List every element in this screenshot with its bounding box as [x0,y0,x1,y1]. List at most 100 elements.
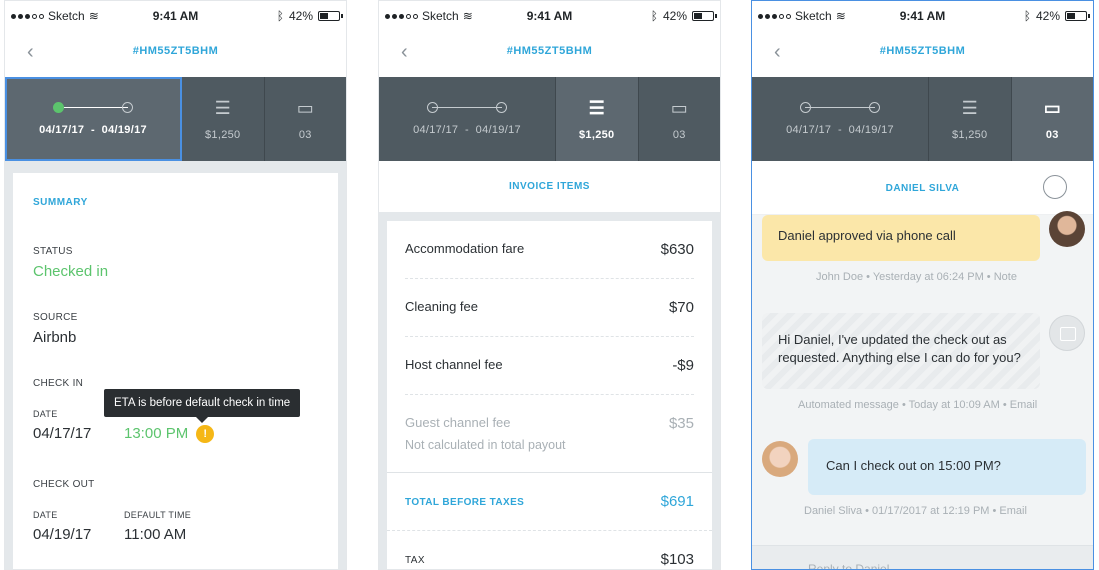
invoice-heading: INVOICE ITEMS [379,161,720,213]
assign-user-icon[interactable] [1043,175,1067,199]
tab-messages-label: 03 [672,128,686,141]
tab-payment[interactable]: ☰ $1,250 [182,77,265,161]
default-time-label: DEFAULT TIME [124,510,192,521]
source-value: Airbnb [33,329,77,346]
battery-percent: 42% [1035,9,1060,23]
contact-name: DANIEL SILVA [885,183,960,194]
status-bar: Sketch ≋ 9:41 AM ᛒ 42% [5,1,346,29]
invoice-body: Accommodation fare $630 Cleaning fee $70 H… [379,213,720,569]
tab-messages[interactable]: ▭ 03 [639,77,721,161]
tab-dates-label: 04/17/17 - 04/19/17 [786,124,894,136]
booking-tabs: 04/17/17 - 04/19/17 ☰ $1,250 ▭ 03 [379,77,720,161]
check-out-heading: CHECK OUT [33,479,95,491]
nav-bar: ‹ #HM55ZT5BHM [752,29,1093,77]
tab-payment-label: $1,250 [579,128,615,141]
battery-percent: 42% [288,9,313,23]
check-out-date-label: DATE [33,510,58,521]
bluetooth-icon: ᛒ [1023,9,1031,23]
booking-code: #HM55ZT5BHM [879,45,966,57]
item-name: Cleaning fee [405,299,478,314]
reply-composer[interactable]: Reply to Daniel... [752,545,1093,570]
note-bubble: Daniel approved via phone call [762,215,1040,261]
booking-summary-screen: Sketch ≋ 9:41 AM ᛒ 42% ‹ #HM55ZT5BHM 04/17… [4,0,347,570]
eta-warning-tooltip: ETA is before default check in time [104,389,301,423]
status-bar: Sketch ≋ 9:41 AM ᛒ 42% [752,1,1093,29]
inbox-bot-icon [1049,315,1085,351]
tab-messages-label: 03 [1045,128,1059,141]
item-amount: $35 [668,415,694,432]
invoice-row-guest-fee: Guest channel fee Not calculated in total… [405,395,694,472]
messages-screen: Sketch ≋ 9:41 AM ᛒ 42% ‹ #HM55ZT5BHM 04/17… [751,0,1094,570]
battery-icon [1065,11,1090,21]
avatar [1049,211,1085,247]
coins-icon: ☰ [588,97,605,118]
date-range-icon [800,102,880,114]
message-meta: John Doe • Yesterday at 06:24 PM • Note [816,271,1017,283]
coins-icon: ☰ [961,97,978,118]
invoice-total-row: TOTAL BEFORE TAXES $691 [387,472,712,531]
avatar [762,441,798,477]
tab-messages[interactable]: ▭ 03 [1011,77,1093,161]
invoice-screen: Sketch ≋ 9:41 AM ᛒ 42% ‹ #HM55ZT5BHM 04/17… [378,0,721,570]
booking-tabs: 04/17/17 - 04/19/17 ☰ $1,250 ▭ 03 [5,77,346,161]
reply-placeholder: Reply to Daniel... [808,562,900,570]
chat-icon: ▭ [296,97,314,118]
nav-bar: ‹ #HM55ZT5BHM [5,29,346,77]
invoice-card: Accommodation fare $630 Cleaning fee $70 H… [387,221,712,569]
eta-value-row: 13:00 PM! [124,425,215,444]
summary-card: SUMMARY STATUS Checked in SOURCE Airbnb … [13,173,338,569]
tab-payment[interactable]: ☰ $1,250 [556,77,639,161]
automated-message-bubble: Hi Daniel, I've updated the check out as… [762,313,1040,389]
guest-message-bubble: Can I check out on 15:00 PM? [808,439,1086,495]
date-range-icon [427,102,507,114]
status-value: Checked in [33,263,109,280]
battery-icon [318,11,343,21]
tab-dates[interactable]: 04/17/17 - 04/19/17 [5,77,182,161]
tab-payment-label: $1,250 [952,128,988,141]
bluetooth-icon: ᛒ [276,9,284,23]
default-time-value: 11:00 AM [124,526,187,544]
item-amount: $70 [668,299,694,316]
date-range-icon [53,102,133,114]
item-note: Not calculated in total payout [405,438,566,452]
total-amount: $691 [660,493,694,510]
tab-messages-label: 03 [298,128,312,141]
status-label: STATUS [33,246,73,257]
item-name: Guest channel fee [405,415,511,430]
chat-icon: ▭ [1043,97,1061,118]
tax-amount: $103 [660,551,694,568]
tab-dates-label: 04/17/17 - 04/19/17 [413,124,521,136]
nav-bar: ‹ #HM55ZT5BHM [379,29,720,77]
tax-label: TAX [405,555,425,566]
check-in-date: 04/17/17 [33,425,92,442]
tab-dates[interactable]: 04/17/17 - 04/19/17 [752,77,929,161]
invoice-row: Host channel fee -$9 [405,337,694,395]
bluetooth-icon: ᛒ [650,9,658,23]
booking-code: #HM55ZT5BHM [132,45,219,57]
invoice-row: Accommodation fare $630 [405,221,694,279]
check-out-date: 04/19/17 [33,526,92,544]
coins-icon: ☰ [214,97,231,118]
item-name: Host channel fee [405,357,503,372]
message-meta: Daniel Sliva • 01/17/2017 at 12:19 PM • … [804,505,1027,517]
booking-code: #HM55ZT5BHM [506,45,593,57]
status-bar: Sketch ≋ 9:41 AM ᛒ 42% [379,1,720,29]
exclamation-icon[interactable]: ! [196,425,215,444]
battery-icon [692,11,717,21]
battery-percent: 42% [662,9,687,23]
summary-heading: SUMMARY [33,197,88,208]
summary-body: SUMMARY STATUS Checked in SOURCE Airbnb … [5,161,346,569]
check-in-heading: CHECK IN [33,378,84,389]
item-name: Accommodation fare [405,241,525,256]
source-label: SOURCE [33,312,78,323]
tab-payment[interactable]: ☰ $1,250 [929,77,1012,161]
tab-messages[interactable]: ▭ 03 [265,77,347,161]
tab-payment-label: $1,250 [205,128,241,141]
tab-dates-label: 04/17/17 - 04/19/17 [39,124,147,136]
item-amount: $630 [660,241,694,258]
tab-dates[interactable]: 04/17/17 - 04/19/17 [379,77,556,161]
invoice-tax-row: TAX $103 [405,531,694,569]
total-label: TOTAL BEFORE TAXES [405,497,525,508]
item-amount: -$9 [672,357,694,374]
message-thread: Daniel approved via phone call John Doe … [752,211,1093,570]
